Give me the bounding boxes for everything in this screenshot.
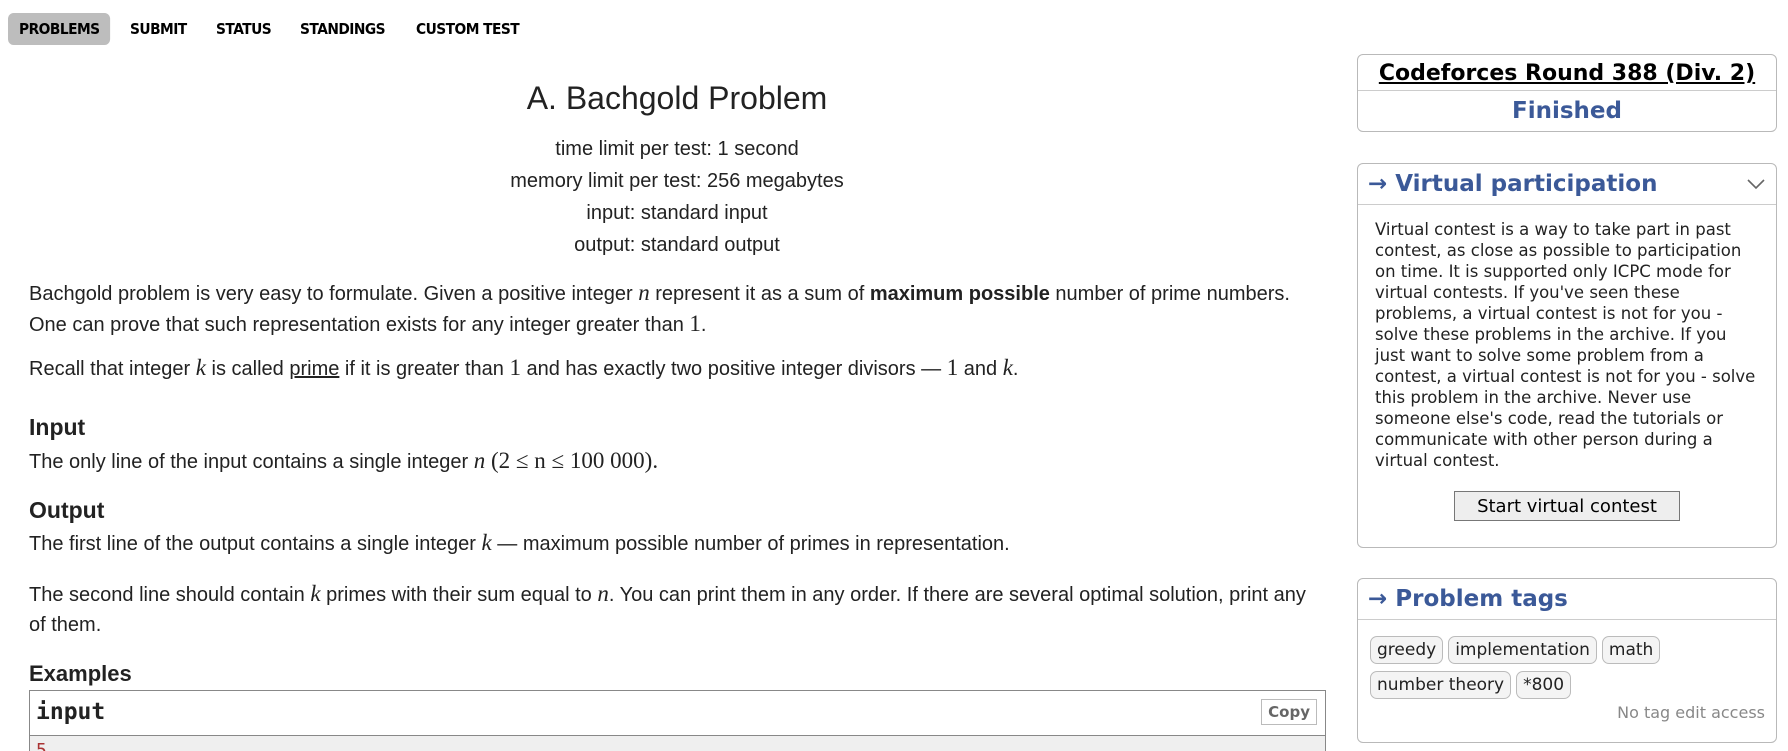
- input-file: input: standard input: [586, 202, 768, 224]
- nav-status[interactable]: STATUS: [205, 13, 282, 45]
- example-input-header: input Copy: [30, 691, 1325, 736]
- tag-number-theory[interactable]: number theory: [1370, 671, 1512, 699]
- tag-greedy[interactable]: greedy: [1370, 636, 1444, 664]
- input-section-title: Input: [29, 414, 86, 440]
- virtual-participation-caption[interactable]: → Virtual participation: [1358, 164, 1776, 205]
- chevron-down-icon[interactable]: [1746, 174, 1766, 194]
- statement-paragraph-1: Bachgold problem is very easy to formula…: [29, 280, 1290, 336]
- problem-tags-caption: → Problem tags: [1358, 579, 1776, 620]
- virtual-participation-box: → Virtual participation Virtual contest …: [1357, 163, 1777, 548]
- output-file: output: standard output: [574, 234, 780, 256]
- output-section-title: Output: [29, 497, 105, 523]
- tag-difficulty[interactable]: *800: [1516, 671, 1572, 699]
- problem-title: A. Bachgold Problem: [526, 80, 828, 116]
- memory-limit: memory limit per test: 256 megabytes: [510, 170, 844, 192]
- output-specification-2: The second line should contain k primes …: [29, 581, 1306, 636]
- output-specification-1: The first line of the output contains a …: [29, 530, 1010, 555]
- contest-name-link[interactable]: Codeforces Round 388 (Div. 2): [1358, 55, 1776, 91]
- problem-tags-box: → Problem tags greedy implementation mat…: [1357, 578, 1777, 743]
- tag-list: greedy implementation math number theory…: [1358, 620, 1776, 699]
- problem-limits: time limit per test: 1 second memory lim…: [29, 133, 1325, 261]
- copy-button[interactable]: Copy: [1261, 699, 1317, 725]
- start-virtual-contest-button[interactable]: Start virtual contest: [1454, 491, 1680, 521]
- statement-paragraph-2: Recall that integer k is called prime if…: [29, 355, 1019, 380]
- example-input-box: input Copy 5: [29, 690, 1326, 751]
- problem-nav: PROBLEMS SUBMIT STATUS STANDINGS CUSTOM …: [8, 13, 541, 45]
- virtual-participation-text: Virtual contest is a way to take part in…: [1375, 220, 1756, 470]
- contest-phase: Finished: [1512, 98, 1622, 124]
- tag-implementation[interactable]: implementation: [1448, 636, 1597, 664]
- nav-custom-test[interactable]: CUSTOM TEST: [405, 13, 530, 45]
- tag-edit-note: No tag edit access: [1617, 703, 1765, 722]
- examples-title: Examples: [29, 661, 132, 686]
- input-specification: The only line of the input contains a si…: [29, 448, 659, 473]
- prime-link[interactable]: prime: [289, 358, 339, 380]
- tag-math[interactable]: math: [1601, 636, 1661, 664]
- contest-info-box: Codeforces Round 388 (Div. 2) Finished: [1357, 54, 1777, 132]
- nav-problems[interactable]: PROBLEMS: [8, 13, 111, 45]
- nav-standings[interactable]: STANDINGS: [289, 13, 396, 45]
- nav-submit[interactable]: SUBMIT: [119, 13, 198, 45]
- time-limit: time limit per test: 1 second: [555, 138, 799, 160]
- virtual-participation-title: → Virtual participation: [1368, 171, 1658, 197]
- example-input-content[interactable]: 5: [30, 736, 1325, 751]
- example-input-label: input: [36, 699, 106, 725]
